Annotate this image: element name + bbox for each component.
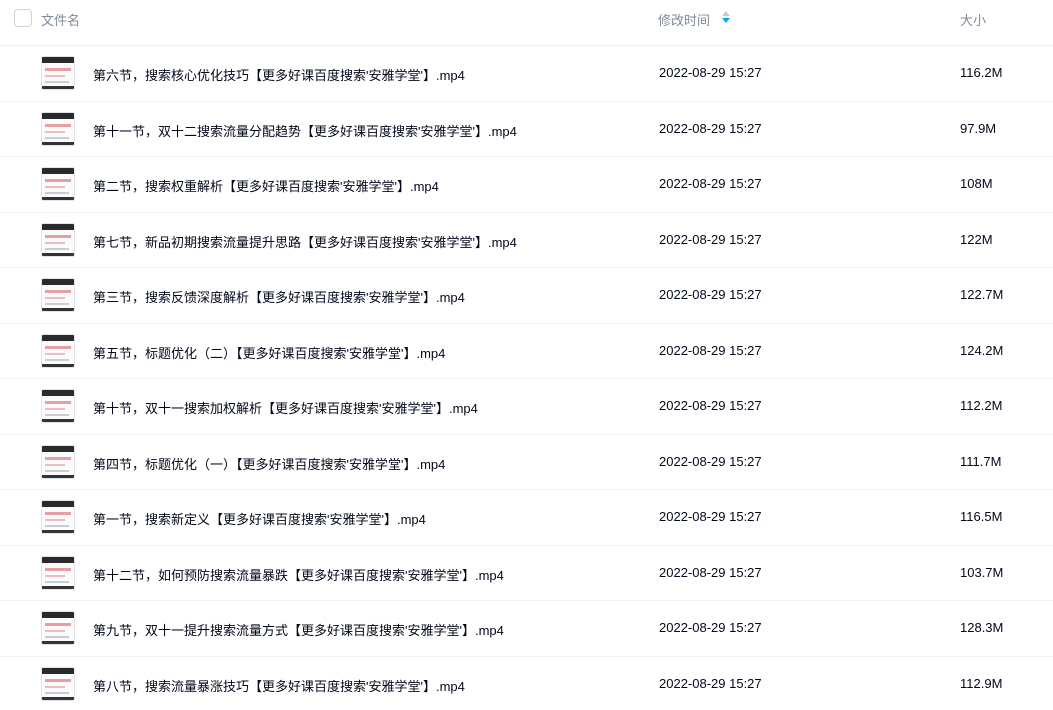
file-rows: 第六节，搜索核心优化技巧【更多好课百度搜索'安雅学堂'】.mp4 2022-08-… [0,46,1053,710]
file-name[interactable]: 第十二节，如何预防搜索流量暴跌【更多好课百度搜索'安雅学堂'】.mp4 [93,565,504,584]
file-name[interactable]: 第八节，搜索流量暴涨技巧【更多好课百度搜索'安雅学堂'】.mp4 [93,676,465,695]
file-name[interactable]: 第七节，新品初期搜索流量提升思路【更多好课百度搜索'安雅学堂'】.mp4 [93,232,517,251]
file-row[interactable]: 第六节，搜索核心优化技巧【更多好课百度搜索'安雅学堂'】.mp4 2022-08-… [0,46,1053,102]
file-modified-time: 2022-08-29 15:27 [659,620,762,635]
video-thumbnail-icon[interactable] [41,111,75,146]
file-row[interactable]: 第五节，标题优化（二）【更多好课百度搜索'安雅学堂'】.mp4 2022-08-2… [0,324,1053,379]
file-name[interactable]: 第九节，双十一提升搜索流量方式【更多好课百度搜索'安雅学堂'】.mp4 [93,620,504,639]
video-thumbnail-icon[interactable] [41,555,75,590]
file-modified-time: 2022-08-29 15:27 [659,65,762,80]
file-row[interactable]: 第七节，新品初期搜索流量提升思路【更多好课百度搜索'安雅学堂'】.mp4 2022… [0,213,1053,268]
file-row[interactable]: 第十一节，双十二搜索流量分配趋势【更多好课百度搜索'安雅学堂'】.mp4 2022… [0,102,1053,157]
video-thumbnail-icon[interactable] [41,333,75,368]
file-modified-time: 2022-08-29 15:27 [659,120,762,136]
column-header-size[interactable]: 大小 [960,10,986,29]
file-size: 112.9M [960,675,1003,691]
file-row[interactable]: 第四节，标题优化（一）【更多好课百度搜索'安雅学堂'】.mp4 2022-08-2… [0,435,1053,490]
file-list: 文件名 修改时间 大小 第六节，搜索核心优化技巧【更多好课百度搜索'安雅学堂'】… [0,0,1053,710]
file-modified-time: 2022-08-29 15:27 [659,287,762,302]
file-size: 128.3M [960,620,1004,635]
file-row[interactable]: 第十二节，如何预防搜索流量暴跌【更多好课百度搜索'安雅学堂'】.mp4 2022-… [0,546,1053,601]
file-name[interactable]: 第十一节，双十二搜索流量分配趋势【更多好课百度搜索'安雅学堂'】.mp4 [93,121,517,140]
file-row[interactable]: 第九节，双十一提升搜索流量方式【更多好课百度搜索'安雅学堂'】.mp4 2022-… [0,601,1053,657]
file-size: 112.2M [960,398,1003,413]
video-thumbnail-icon[interactable] [41,444,75,479]
file-modified-time: 2022-08-29 15:27 [659,453,762,469]
file-row[interactable]: 第三节，搜索反馈深度解析【更多好课百度搜索'安雅学堂'】.mp4 2022-08-… [0,268,1053,324]
file-name[interactable]: 第六节，搜索核心优化技巧【更多好课百度搜索'安雅学堂'】.mp4 [93,65,465,84]
video-thumbnail-icon[interactable] [41,167,75,201]
video-thumbnail-icon[interactable] [41,278,75,312]
column-header-name[interactable]: 文件名 [41,10,80,29]
file-row[interactable]: 第十节，双十一搜索加权解析【更多好课百度搜索'安雅学堂'】.mp4 2022-08… [0,379,1053,435]
video-thumbnail-icon[interactable] [41,389,75,423]
file-modified-time: 2022-08-29 15:27 [659,342,762,358]
video-thumbnail-icon[interactable] [41,222,75,257]
file-modified-time: 2022-08-29 15:27 [659,176,762,191]
file-size: 124.2M [960,342,1004,358]
file-name[interactable]: 第四节，标题优化（一）【更多好课百度搜索'安雅学堂'】.mp4 [93,454,445,473]
file-row[interactable]: 第一节，搜索新定义【更多好课百度搜索'安雅学堂'】.mp4 2022-08-29 … [0,490,1053,546]
list-header: 文件名 修改时间 大小 [0,0,1053,46]
file-size: 108M [960,176,993,191]
select-all-checkbox[interactable] [14,9,32,27]
column-header-time[interactable]: 修改时间 [658,10,710,29]
file-name[interactable]: 第五节，标题优化（二）【更多好课百度搜索'安雅学堂'】.mp4 [93,343,445,362]
file-size: 116.5M [960,509,1003,524]
video-thumbnail-icon[interactable] [41,500,75,534]
file-modified-time: 2022-08-29 15:27 [659,564,762,580]
file-name[interactable]: 第十节，双十一搜索加权解析【更多好课百度搜索'安雅学堂'】.mp4 [93,398,478,417]
file-modified-time: 2022-08-29 15:27 [659,398,762,413]
file-row[interactable]: 第二节，搜索权重解析【更多好课百度搜索'安雅学堂'】.mp4 2022-08-29… [0,157,1053,213]
file-row[interactable]: 第八节，搜索流量暴涨技巧【更多好课百度搜索'安雅学堂'】.mp4 2022-08-… [0,657,1053,710]
file-size: 111.7M [960,453,1002,469]
sort-icon[interactable] [721,11,731,23]
file-modified-time: 2022-08-29 15:27 [659,675,762,691]
file-size: 122M [960,231,993,247]
file-modified-time: 2022-08-29 15:27 [659,231,762,247]
video-thumbnail-icon[interactable] [41,56,75,90]
file-size: 122.7M [960,287,1004,302]
file-name[interactable]: 第三节，搜索反馈深度解析【更多好课百度搜索'安雅学堂'】.mp4 [93,287,465,306]
file-modified-time: 2022-08-29 15:27 [659,509,762,524]
file-name[interactable]: 第二节，搜索权重解析【更多好课百度搜索'安雅学堂'】.mp4 [93,176,439,195]
file-size: 97.9M [960,120,997,136]
file-size: 116.2M [960,65,1003,80]
file-size: 103.7M [960,564,1004,580]
video-thumbnail-icon[interactable] [41,666,75,701]
video-thumbnail-icon[interactable] [41,611,75,645]
file-name[interactable]: 第一节，搜索新定义【更多好课百度搜索'安雅学堂'】.mp4 [93,509,426,528]
